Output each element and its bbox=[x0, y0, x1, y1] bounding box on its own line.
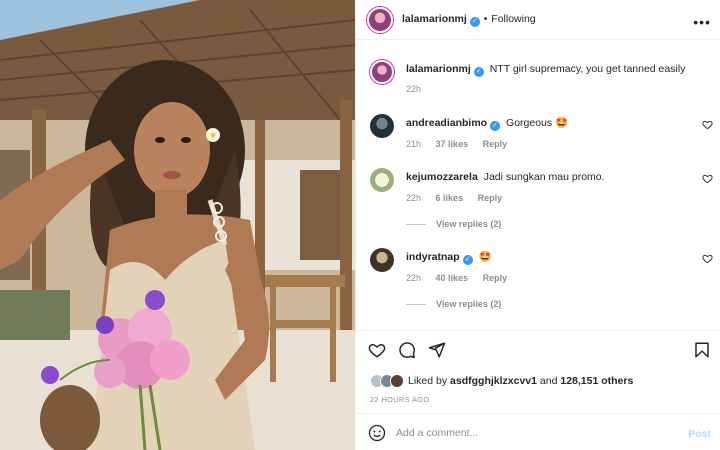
post-header: lalamarionmj ✓ • Following ••• bbox=[356, 0, 720, 40]
liker-avatar bbox=[390, 374, 404, 388]
likes-summary: Liked by asdfgghjklzxcvv1 and 128,151 ot… bbox=[370, 371, 633, 391]
comment-item: indyratnap ✓ 🤩 22h 40 likes Reply View re… bbox=[356, 246, 720, 316]
caption-username[interactable]: lalamarionmj bbox=[406, 63, 471, 75]
post-details-panel: lalamarionmj ✓ • Following ••• lalamarionmj… bbox=[355, 0, 720, 450]
commenter-avatar[interactable] bbox=[370, 248, 394, 272]
commenter-avatar[interactable] bbox=[370, 114, 394, 138]
view-replies-button[interactable]: View replies (2) bbox=[406, 219, 501, 229]
share-paper-plane-icon[interactable] bbox=[428, 341, 446, 359]
comment-item: kejumozzarela Jadi sungkan mau promo. 22… bbox=[356, 166, 720, 236]
likes-text: Liked by asdfgghjklzxcvv1 and 128,151 ot… bbox=[408, 375, 633, 387]
comment-meta: 22h 40 likes Reply bbox=[406, 273, 519, 283]
comment-username[interactable]: andreadianbimo bbox=[406, 117, 487, 129]
comment-input[interactable] bbox=[396, 423, 676, 443]
separator-dot: • bbox=[483, 14, 488, 25]
comment-body: indyratnap ✓ 🤩 bbox=[406, 250, 696, 265]
comment-likes[interactable]: 6 likes bbox=[436, 193, 464, 203]
comment-meta: 21h 37 likes Reply bbox=[406, 139, 519, 149]
divider-line bbox=[406, 224, 426, 226]
comment-username[interactable]: kejumozzarela bbox=[406, 171, 478, 183]
comment-time: 22h bbox=[406, 273, 422, 283]
caption-avatar[interactable] bbox=[370, 60, 394, 84]
post-image bbox=[0, 0, 355, 450]
post-photo[interactable] bbox=[0, 0, 355, 450]
caption: lalamarionmj ✓ NTT girl supremacy, you ge… bbox=[356, 58, 720, 98]
author-avatar[interactable] bbox=[367, 7, 393, 33]
more-options-icon[interactable]: ••• bbox=[693, 14, 711, 30]
post-timestamp[interactable]: 22 HOURS AGO bbox=[370, 395, 429, 404]
verified-badge-icon: ✓ bbox=[462, 255, 473, 265]
verified-badge-icon: ✓ bbox=[473, 67, 484, 77]
view-replies-label: View replies (2) bbox=[436, 299, 502, 309]
caption-text: NTT girl supremacy, you get tanned easil… bbox=[489, 63, 686, 75]
comment-meta: 22h 6 likes Reply bbox=[406, 193, 514, 203]
emoji-icon[interactable] bbox=[368, 424, 386, 442]
caption-meta: 22h bbox=[406, 84, 433, 94]
reply-button[interactable]: Reply bbox=[483, 139, 508, 149]
save-bookmark-icon[interactable] bbox=[693, 341, 711, 359]
comment-body: kejumozzarela Jadi sungkan mau promo. bbox=[406, 170, 696, 184]
comment-username[interactable]: indyratnap bbox=[406, 251, 460, 263]
view-replies-button[interactable]: View replies (2) bbox=[406, 299, 501, 309]
like-comment-heart-icon[interactable] bbox=[702, 173, 713, 184]
likes-prefix: Liked by bbox=[408, 375, 448, 387]
commenter-avatar[interactable] bbox=[370, 168, 394, 192]
comment-text: Jadi sungkan mau promo. bbox=[483, 171, 605, 183]
verified-badge-icon: ✓ bbox=[469, 17, 480, 27]
comment-item: andreadianbimo ✓ Gorgeous 🤩 21h 37 likes … bbox=[356, 112, 720, 152]
comment-time: 21h bbox=[406, 139, 422, 149]
header-author-line: lalamarionmj ✓ • Following bbox=[402, 13, 536, 27]
reply-button[interactable]: Reply bbox=[483, 273, 508, 283]
following-button[interactable]: Following bbox=[491, 13, 535, 25]
likes-and: and bbox=[539, 375, 558, 387]
comment-text: Gorgeous 🤩 bbox=[506, 117, 569, 129]
caption-time: 22h bbox=[406, 84, 422, 94]
caption-body: lalamarionmj ✓ NTT girl supremacy, you ge… bbox=[406, 62, 696, 77]
comment-text: 🤩 bbox=[478, 251, 492, 263]
comment-likes[interactable]: 37 likes bbox=[436, 139, 469, 149]
verified-badge-icon: ✓ bbox=[490, 121, 501, 131]
post-comment-button[interactable]: Post bbox=[688, 428, 711, 440]
like-heart-icon[interactable] bbox=[368, 341, 386, 359]
add-comment-bar: Post bbox=[356, 413, 720, 450]
liker-username[interactable]: asdfgghjklzxcvv1 bbox=[450, 375, 537, 387]
comment-body: andreadianbimo ✓ Gorgeous 🤩 bbox=[406, 116, 696, 131]
comment-time: 22h bbox=[406, 193, 422, 203]
view-replies-label: View replies (2) bbox=[436, 219, 502, 229]
like-comment-heart-icon[interactable] bbox=[702, 119, 713, 130]
likes-others[interactable]: 128,151 others bbox=[560, 375, 633, 387]
comment-likes[interactable]: 40 likes bbox=[436, 273, 469, 283]
comment-bubble-icon[interactable] bbox=[398, 341, 416, 359]
author-username[interactable]: lalamarionmj bbox=[402, 13, 467, 25]
like-comment-heart-icon[interactable] bbox=[702, 253, 713, 264]
divider-line bbox=[406, 304, 426, 306]
reply-button[interactable]: Reply bbox=[478, 193, 503, 203]
